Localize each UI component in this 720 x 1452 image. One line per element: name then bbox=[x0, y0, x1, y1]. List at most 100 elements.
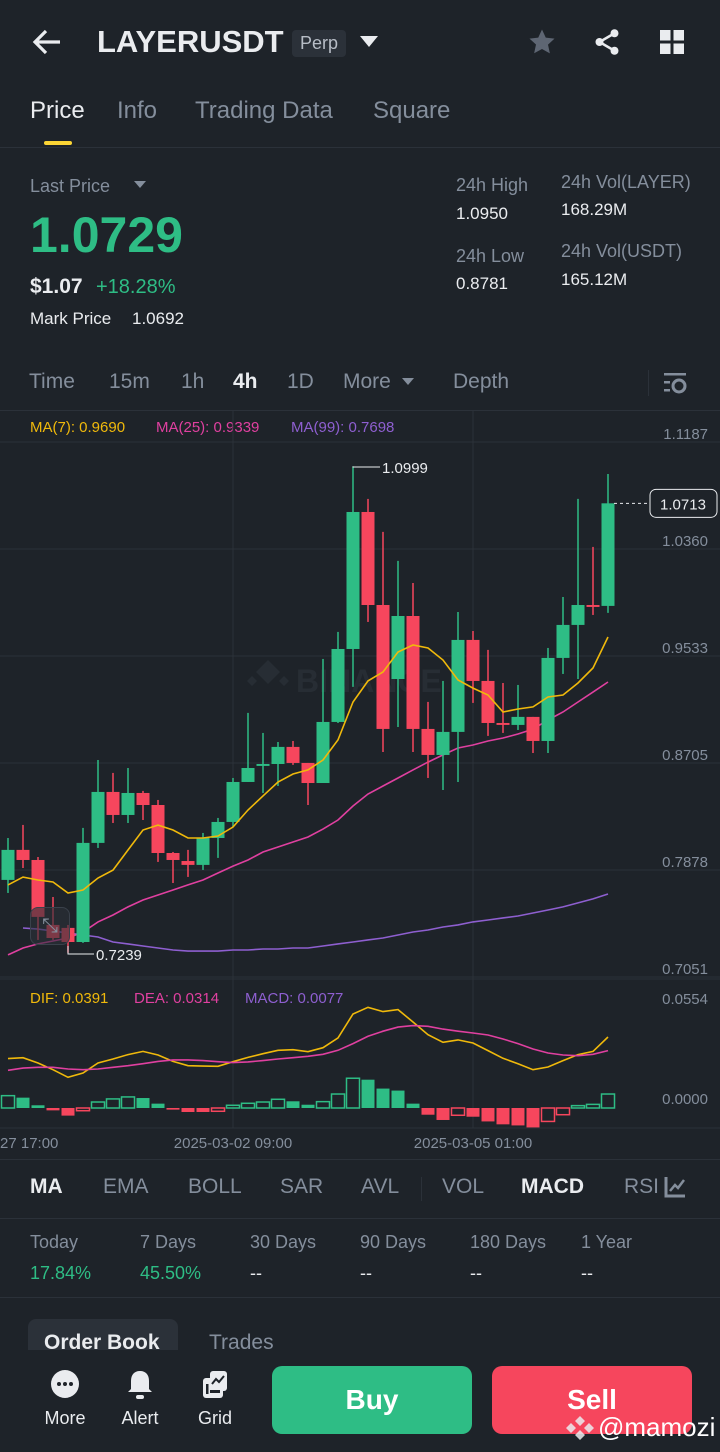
candle-up bbox=[241, 768, 255, 782]
more-dots-icon bbox=[51, 1370, 79, 1398]
candle-down bbox=[481, 680, 495, 723]
candle-down bbox=[586, 605, 600, 607]
macd-histogram-bar bbox=[330, 1093, 346, 1109]
macd-histogram-bar bbox=[511, 1108, 525, 1126]
return-period-value: -- bbox=[581, 1263, 593, 1283]
macd-histogram-bar bbox=[270, 1098, 286, 1109]
divider bbox=[0, 1218, 720, 1219]
macd-histogram-bar bbox=[120, 1096, 136, 1109]
macd-histogram-bar bbox=[0, 1094, 16, 1109]
price-axis-label: 0.9533 bbox=[662, 640, 708, 657]
macd-histogram-bar bbox=[391, 1090, 405, 1108]
candle-down bbox=[151, 805, 165, 853]
candle-down bbox=[421, 728, 435, 755]
indicator-ma[interactable]: MA bbox=[30, 1175, 63, 1199]
last-price-tag-label: 1.0713 bbox=[660, 496, 706, 513]
alert-button[interactable]: Alert bbox=[105, 1370, 175, 1436]
candle-down bbox=[286, 746, 300, 763]
macd-histogram-bar bbox=[376, 1088, 390, 1108]
macd-histogram-bar bbox=[46, 1108, 60, 1111]
candle-down bbox=[466, 639, 480, 681]
macd-histogram-bar bbox=[136, 1098, 150, 1108]
macd-histogram-bar bbox=[361, 1079, 375, 1108]
return-period-label: 90 Days bbox=[360, 1232, 427, 1252]
macd-axis-label: 0.0000 bbox=[662, 1091, 708, 1108]
grid-button[interactable]: Grid bbox=[180, 1370, 250, 1436]
more-label: More bbox=[44, 1408, 86, 1428]
candle-up bbox=[91, 791, 105, 843]
indicator-vol[interactable]: VOL bbox=[442, 1175, 484, 1199]
candle-down bbox=[181, 861, 195, 865]
macd-histogram-bar bbox=[406, 1103, 420, 1108]
candle-up bbox=[271, 746, 285, 764]
more-button[interactable]: More bbox=[30, 1370, 100, 1436]
price-axis-label: 0.7051 bbox=[662, 961, 708, 978]
price-axis-label: 0.8705 bbox=[662, 747, 708, 764]
candle-down bbox=[166, 852, 180, 860]
candle-up bbox=[76, 842, 90, 942]
candlestick-chart[interactable]: BINANCE 1.11871.03600.95330.87050.78780.… bbox=[0, 0, 720, 1160]
candle-up bbox=[571, 605, 585, 625]
macd-legend: MACD: 0.0077 bbox=[245, 990, 344, 1007]
macd-histogram-bar bbox=[481, 1108, 495, 1122]
macd-histogram-bar bbox=[210, 1107, 226, 1113]
return-period-value: -- bbox=[470, 1263, 482, 1283]
alert-label: Alert bbox=[121, 1408, 159, 1428]
candle-up bbox=[346, 511, 360, 649]
time-axis-label: 27 17:00 bbox=[0, 1135, 58, 1152]
indicator-settings-icon[interactable] bbox=[663, 1175, 687, 1204]
grid-trading-icon bbox=[203, 1371, 227, 1398]
price-axis-label: 0.7878 bbox=[662, 854, 708, 871]
indicator-ema[interactable]: EMA bbox=[103, 1175, 149, 1199]
candle-up bbox=[436, 731, 450, 755]
macd-histogram-bar bbox=[526, 1108, 540, 1128]
indicator-sar[interactable]: SAR bbox=[280, 1175, 323, 1199]
fullscreen-toggle-icon[interactable]: ⤡ bbox=[30, 907, 70, 945]
candle-down bbox=[136, 792, 150, 806]
candle-up bbox=[391, 615, 405, 679]
low-marker-line bbox=[67, 946, 94, 955]
indicator-macd[interactable]: MACD bbox=[521, 1175, 584, 1199]
low-price-marker: 0.7239 bbox=[96, 947, 142, 964]
high-price-marker: 1.0999 bbox=[382, 460, 428, 477]
macd-histogram-bar bbox=[436, 1108, 450, 1120]
macd-histogram-bar bbox=[61, 1108, 75, 1116]
time-axis-label: 2025-03-05 01:00 bbox=[414, 1135, 532, 1152]
macd-histogram-bar bbox=[31, 1105, 45, 1108]
candle-up bbox=[451, 639, 465, 732]
return-period-value: 45.50% bbox=[140, 1263, 202, 1283]
macd-histogram-bar bbox=[600, 1093, 616, 1109]
macd-histogram-bar bbox=[16, 1097, 30, 1108]
watermark: @mamozi bbox=[566, 1412, 715, 1443]
return-period-label: 1 Year bbox=[581, 1232, 633, 1252]
separator bbox=[421, 1177, 422, 1201]
high-marker-line bbox=[352, 466, 380, 468]
candle-up bbox=[331, 648, 345, 722]
buy-button[interactable]: Buy bbox=[272, 1366, 472, 1434]
candle-down bbox=[406, 615, 420, 729]
macd-axis-label: 0.0554 bbox=[662, 991, 708, 1008]
macd-histogram-bar bbox=[255, 1101, 271, 1109]
return-period-label: 7 Days bbox=[140, 1232, 197, 1252]
macd-histogram-bar bbox=[585, 1103, 601, 1109]
candle-down bbox=[496, 722, 510, 725]
macd-histogram-bar bbox=[301, 1104, 315, 1108]
indicator-avl[interactable]: AVL bbox=[361, 1175, 399, 1199]
dea-legend: DEA: 0.0314 bbox=[134, 990, 220, 1007]
macd-histogram-bar bbox=[196, 1108, 210, 1112]
candle-down bbox=[16, 849, 30, 860]
divider bbox=[0, 1297, 720, 1298]
macd-histogram-bar bbox=[496, 1108, 510, 1125]
price-axis-label: 1.0360 bbox=[662, 533, 708, 550]
indicator-rsi[interactable]: RSI bbox=[624, 1175, 662, 1199]
macd-histogram-bar bbox=[90, 1101, 106, 1109]
indicator-boll[interactable]: BOLL bbox=[188, 1175, 242, 1199]
macd-histogram-bar bbox=[555, 1107, 571, 1116]
return-period-value: 17.84% bbox=[30, 1263, 92, 1283]
return-period-label: Today bbox=[30, 1232, 79, 1252]
return-period-label: 30 Days bbox=[250, 1232, 317, 1252]
dif-line bbox=[7, 1006, 609, 1079]
macd-histogram-bar bbox=[540, 1107, 556, 1123]
return-period-value: -- bbox=[250, 1263, 262, 1283]
chart-bottom-divider bbox=[0, 1159, 720, 1160]
